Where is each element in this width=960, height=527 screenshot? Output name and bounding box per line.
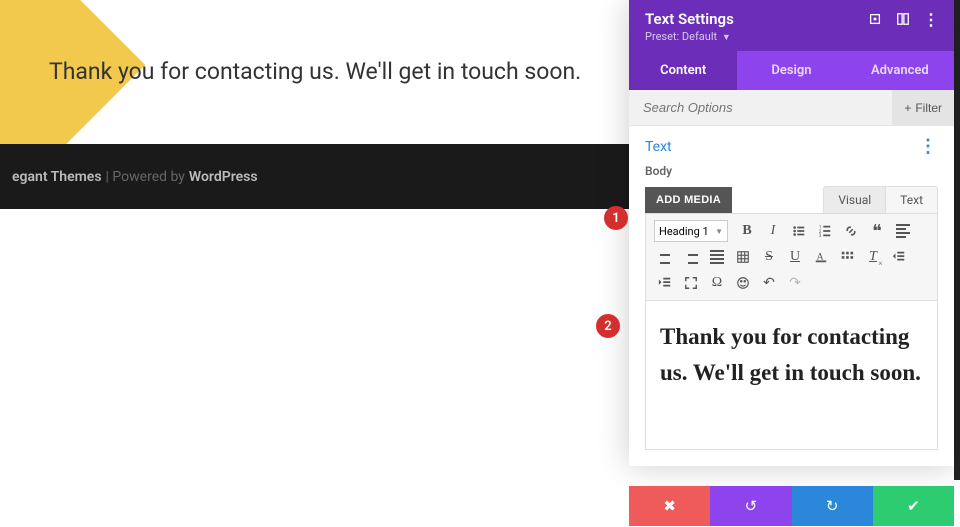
align-left-icon[interactable]	[891, 220, 915, 242]
expand-icon[interactable]	[868, 12, 882, 26]
indent-icon[interactable]	[653, 272, 677, 294]
annotation-marker-1: 1	[604, 206, 628, 230]
scrollbar-track[interactable]	[954, 0, 960, 480]
search-input[interactable]	[629, 90, 892, 125]
snap-icon[interactable]	[896, 12, 910, 26]
bold-icon[interactable]: B	[735, 220, 759, 242]
redo-icon[interactable]: ↷	[783, 272, 807, 294]
heading-select[interactable]: Heading 1 ▼	[654, 220, 728, 242]
toolbar-toggle-icon[interactable]	[835, 246, 859, 268]
action-bar: ✖ ↺ ↻ ✔	[629, 486, 954, 526]
heading-select-value: Heading 1	[659, 225, 709, 238]
chevron-down-icon: ▼	[715, 227, 723, 236]
editor-content-area[interactable]: Thank you for contacting us. We'll get i…	[645, 300, 938, 450]
italic-icon[interactable]: I	[761, 220, 785, 242]
panel-header[interactable]: Text Settings ⋮ Preset: Default ▼	[629, 0, 954, 51]
emoji-icon[interactable]	[731, 272, 755, 294]
tab-content[interactable]: Content	[629, 51, 737, 90]
bullet-list-icon[interactable]	[787, 220, 811, 242]
check-icon: ✔	[907, 497, 920, 515]
filter-button[interactable]: + Filter	[892, 90, 954, 125]
blockquote-icon[interactable]: ❝	[865, 220, 889, 242]
undo-button[interactable]: ↺	[710, 486, 791, 526]
align-center-icon[interactable]	[653, 246, 677, 268]
undo-icon[interactable]: ↶	[757, 272, 781, 294]
settings-panel: Text Settings ⋮ Preset: Default ▼ Conten…	[629, 0, 954, 466]
preset-label: Preset: Default	[645, 30, 717, 43]
outdent-icon[interactable]	[887, 246, 911, 268]
fullscreen-icon[interactable]	[679, 272, 703, 294]
align-right-icon[interactable]	[679, 246, 703, 268]
redo-arrow-icon: ↻	[826, 497, 839, 515]
link-icon[interactable]	[839, 220, 863, 242]
add-media-button[interactable]: ADD MEDIA	[645, 187, 732, 213]
section-menu-icon[interactable]: ⋮	[919, 138, 938, 156]
undo-arrow-icon: ↺	[745, 497, 758, 515]
tab-advanced[interactable]: Advanced	[846, 51, 954, 90]
editor-tab-text[interactable]: Text	[886, 186, 938, 213]
body-field-label: Body	[629, 162, 954, 186]
text-color-icon[interactable]: A	[809, 246, 833, 268]
section-title-text[interactable]: Text	[645, 139, 672, 155]
kebab-menu-icon[interactable]: ⋮	[924, 12, 938, 26]
cancel-button[interactable]: ✖	[629, 486, 710, 526]
editor-tab-visual[interactable]: Visual	[823, 186, 886, 213]
strikethrough-icon[interactable]: S	[757, 246, 781, 268]
close-icon: ✖	[663, 497, 676, 515]
table-icon[interactable]	[731, 246, 755, 268]
panel-tabs: Content Design Advanced	[629, 51, 954, 90]
page-heading: Thank you for contacting us. We'll get i…	[49, 58, 581, 85]
footer-brand[interactable]: egant Themes	[12, 169, 102, 185]
redo-button[interactable]: ↻	[792, 486, 873, 526]
special-char-icon[interactable]: Ω	[705, 272, 729, 294]
wysiwyg-toolbar: Heading 1 ▼ B I 123 ❝ S U	[645, 213, 938, 300]
annotation-marker-2: 2	[596, 314, 620, 338]
caret-down-icon: ▼	[722, 33, 731, 43]
filter-label: Filter	[915, 101, 942, 115]
plus-icon: +	[904, 101, 911, 115]
numbered-list-icon[interactable]: 123	[813, 220, 837, 242]
footer-cms[interactable]: WordPress	[189, 169, 258, 185]
panel-title: Text Settings	[645, 10, 734, 28]
preset-selector[interactable]: Preset: Default ▼	[645, 30, 938, 43]
align-justify-icon[interactable]	[705, 246, 729, 268]
underline-icon[interactable]: U	[783, 246, 807, 268]
footer-separator: | Powered by	[106, 169, 185, 185]
editor-text[interactable]: Thank you for contacting us. We'll get i…	[660, 319, 923, 390]
tab-design[interactable]: Design	[737, 51, 845, 90]
clear-format-icon[interactable]: T×	[861, 246, 885, 268]
save-button[interactable]: ✔	[873, 486, 954, 526]
svg-text:3: 3	[819, 234, 822, 238]
